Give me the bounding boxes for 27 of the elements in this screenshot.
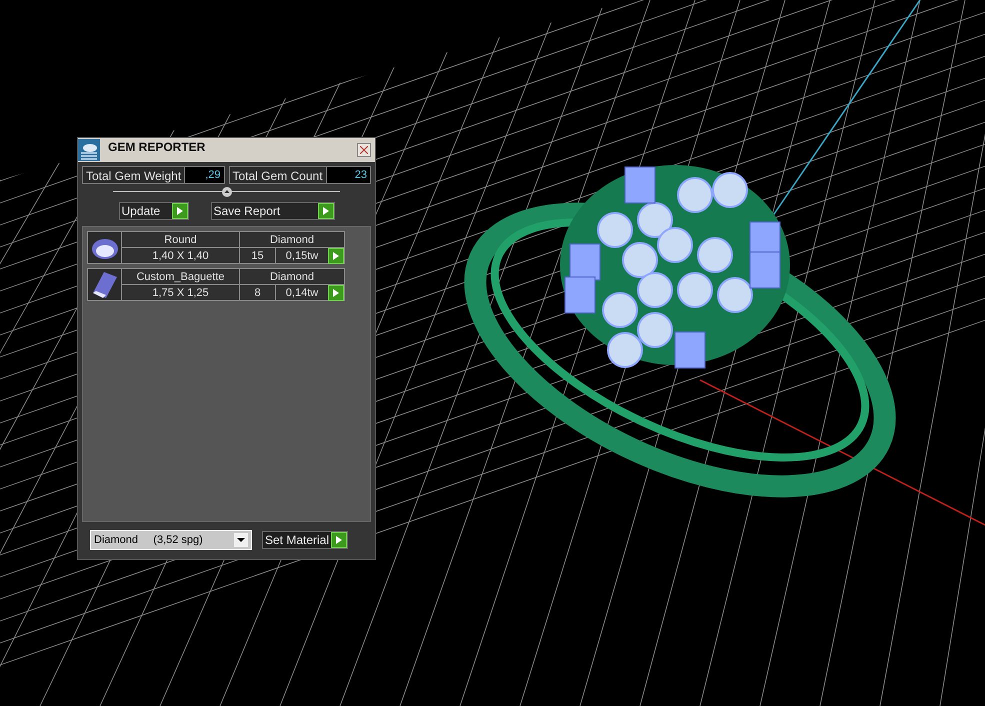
divider-slider[interactable] (113, 186, 340, 198)
gem-count: 15 (240, 248, 276, 264)
window-title: GEM REPORTER (108, 139, 206, 156)
close-icon (360, 146, 368, 154)
gem-row[interactable]: Round Diamond 1,40 X 1,40 15 0,15tw (87, 231, 345, 264)
play-icon[interactable] (172, 203, 188, 219)
gem-size: 1,75 X 1,25 (122, 284, 240, 302)
gem-row[interactable]: Custom_Baguette Diamond 1,75 X 1,25 8 0,14tw (87, 268, 345, 301)
baguette-gem-icon (92, 270, 118, 298)
gem-count: 8 (240, 284, 276, 302)
gem-material: Diamond (268, 233, 316, 247)
set-material-button[interactable]: Set Material (262, 531, 348, 549)
gem-material: Diamond (268, 270, 316, 284)
slider-handle[interactable] (222, 187, 232, 197)
material-dropdown[interactable]: Diamond (3,52 spg) (90, 530, 252, 550)
action-button[interactable]: Save Report (210, 202, 334, 220)
play-icon[interactable] (318, 203, 334, 219)
total-value: ,29 (185, 167, 224, 183)
app-icon (78, 139, 100, 161)
gem-size: 1,40 X 1,40 (122, 248, 240, 264)
gem-weight: 0,15tw (284, 248, 320, 264)
gem-weight: 0,14tw (284, 286, 320, 301)
total-label: Total Gem Count (230, 167, 327, 183)
action-button[interactable]: Update (118, 202, 188, 220)
total-label: Total Gem Weight (83, 167, 186, 183)
close-button[interactable] (357, 143, 371, 157)
total-value: 23 (326, 167, 370, 183)
